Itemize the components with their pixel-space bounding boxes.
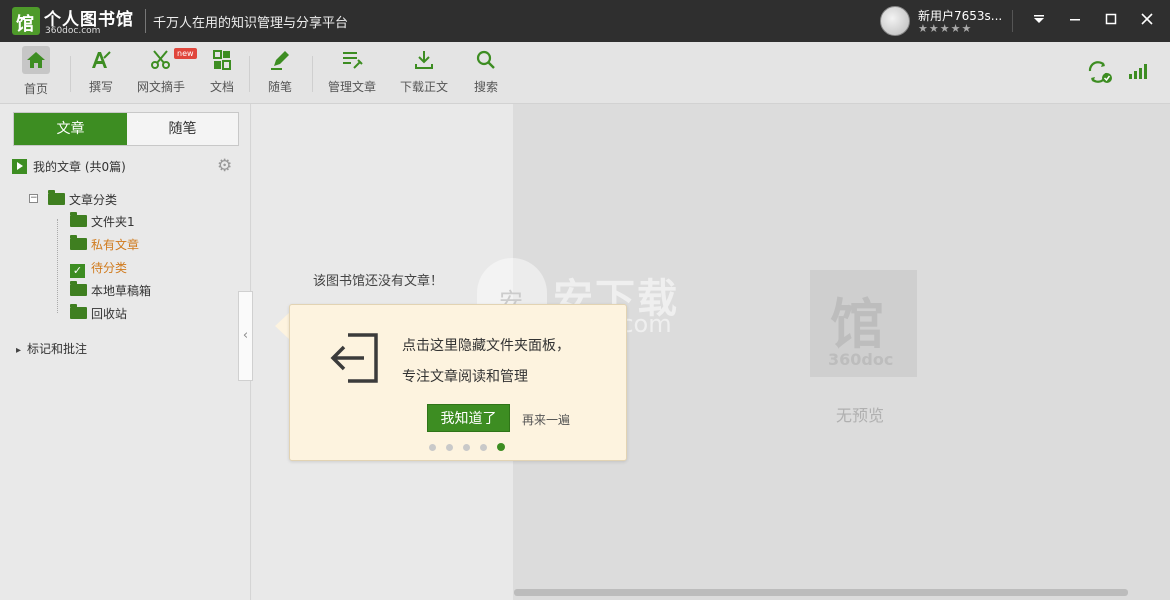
marks-and-annotations[interactable]: 标记和批注 <box>16 340 87 357</box>
play-icon <box>12 159 27 174</box>
no-preview-text: 无预览 <box>836 406 885 425</box>
exit-arrow-icon <box>330 333 378 383</box>
folder-panel: 文章 随笔 我的文章 (共0篇) ⚙ − 文章分类 文件夹1 私有文章 ✓ 待分类… <box>0 104 251 600</box>
menu-dropdown-icon[interactable] <box>1026 8 1052 34</box>
preview-logo-text: 360doc <box>828 350 894 369</box>
tree-item-uncategorized[interactable]: ✓ 待分类 <box>70 259 127 278</box>
user-rating-stars: ★★★★★ <box>918 22 973 35</box>
download-icon <box>415 51 433 69</box>
gear-icon[interactable]: ⚙ <box>217 156 232 176</box>
toolbar-note-label: 随笔 <box>267 80 292 94</box>
document-icon <box>213 50 231 70</box>
pagination-dot[interactable] <box>480 444 487 451</box>
pen-icon <box>271 51 289 70</box>
maximize-icon[interactable] <box>1098 8 1124 34</box>
toolbar-write-label: 撰写 <box>88 80 113 94</box>
toolbar-manage-label: 管理文章 <box>327 80 376 94</box>
home-icon <box>22 46 50 74</box>
folder-icon <box>70 281 87 296</box>
toolbar-manage-button[interactable]: 管理文章 <box>327 48 377 100</box>
toolbar-search-label: 搜索 <box>473 80 498 94</box>
folder-icon <box>70 235 87 250</box>
avatar[interactable] <box>880 6 910 36</box>
toolbar-separator <box>249 56 250 92</box>
preview-placeholder-logo: 馆 360doc <box>810 270 917 377</box>
search-icon <box>476 50 495 69</box>
guide-popup: 点击这里隐藏文件夹面板， 专注文章阅读和管理 我知道了 再来一遍 <box>289 304 627 461</box>
popup-pointer <box>275 312 290 340</box>
my-articles-header[interactable]: 我的文章 (共0篇) <box>12 158 126 175</box>
window-controls-divider <box>1012 10 1013 32</box>
checkbox-checked-icon: ✓ <box>70 264 85 278</box>
panel-tab-switcher: 文章 随笔 <box>13 112 239 146</box>
folder-icon <box>70 304 87 319</box>
tree-root-category[interactable]: 文章分类 <box>48 190 118 208</box>
horizontal-scrollbar[interactable] <box>514 589 1128 596</box>
signal-strength-icon <box>1128 62 1150 80</box>
popup-line-1: 点击这里隐藏文件夹面板， <box>402 338 570 354</box>
close-icon[interactable] <box>1134 8 1160 34</box>
slogan: 千万人在用的知识管理与分享平台 <box>153 16 349 31</box>
toolbar-download-label: 下载正文 <box>399 80 448 94</box>
pagination-dot[interactable] <box>429 444 436 451</box>
toolbar-separator <box>70 56 71 92</box>
tree-item-drafts[interactable]: 本地草稿箱 <box>70 281 152 299</box>
collapse-tree-icon[interactable]: − <box>29 194 38 203</box>
replay-guide-link[interactable]: 再来一遍 <box>522 411 570 428</box>
new-badge: new <box>174 48 197 59</box>
write-icon <box>92 51 111 68</box>
folder-icon <box>70 212 87 227</box>
toolbar-home-label: 首页 <box>23 82 48 96</box>
manage-list-icon <box>343 52 363 69</box>
tree-item-private[interactable]: 私有文章 <box>70 235 140 253</box>
title-bar: 馆 个人图书馆 360doc.com 千万人在用的知识管理与分享平台 新用户76… <box>0 0 1170 42</box>
toolbar-separator <box>312 56 313 92</box>
folder-open-icon <box>48 190 65 205</box>
app-logo: 馆 <box>12 7 40 35</box>
tree-item-label: 文件夹1 <box>91 215 135 229</box>
toolbar-clipper-label: 网文摘手 <box>136 80 185 94</box>
toolbar-download-button[interactable]: 下载正文 <box>398 48 450 100</box>
tree-item-label: 本地草稿箱 <box>91 284 152 298</box>
scissors-icon <box>151 50 170 69</box>
toolbar-docs-label: 文档 <box>209 80 234 94</box>
pagination-dot[interactable] <box>463 444 470 451</box>
toolbar-write-button[interactable]: 撰写 <box>84 48 118 100</box>
tree-item-folder1[interactable]: 文件夹1 <box>70 212 135 230</box>
empty-library-message: 该图书馆还没有文章！ <box>313 274 444 289</box>
tree-item-label: 回收站 <box>91 307 128 321</box>
guide-pagination <box>429 440 515 451</box>
toolbar-note-button[interactable]: 随笔 <box>263 48 297 100</box>
tree-item-recycle-bin[interactable]: 回收站 <box>70 304 128 322</box>
toolbar-search-button[interactable]: 搜索 <box>469 48 503 100</box>
my-articles-label: 我的文章 (共0篇) <box>33 160 126 174</box>
toolbar-docs-button[interactable]: 文档 <box>205 48 239 100</box>
minimize-icon[interactable] <box>1062 8 1088 34</box>
app-domain: 360doc.com <box>45 26 101 36</box>
got-it-button[interactable]: 我知道了 <box>427 404 510 432</box>
title-divider <box>145 9 146 33</box>
collapse-panel-handle[interactable]: ‹ <box>238 291 253 381</box>
tree-item-label: 私有文章 <box>91 238 140 252</box>
tree-connector <box>57 219 58 313</box>
tree-root-label: 文章分类 <box>69 193 118 207</box>
tab-articles[interactable]: 文章 <box>14 113 127 145</box>
toolbar-home-button[interactable]: 首页 <box>16 46 56 100</box>
pagination-dot-active[interactable] <box>497 443 505 451</box>
tab-notes[interactable]: 随笔 <box>127 113 238 145</box>
popup-line-2: 专注文章阅读和管理 <box>402 369 528 385</box>
sync-icon[interactable] <box>1086 59 1114 85</box>
pagination-dot[interactable] <box>446 444 453 451</box>
tree-item-label: 待分类 <box>91 261 128 275</box>
